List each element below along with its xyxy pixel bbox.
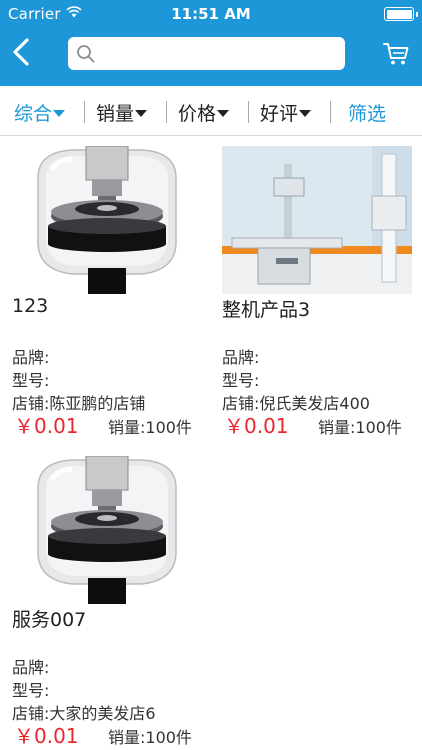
filter-divider bbox=[84, 101, 85, 123]
product-brand: 品牌: bbox=[12, 348, 50, 367]
product-name: 123 bbox=[12, 295, 49, 317]
product-image bbox=[12, 146, 202, 294]
status-bar: Carrier 11:51 AM bbox=[0, 0, 422, 28]
filter-comprehensive[interactable]: 综合 bbox=[14, 99, 66, 126]
chevron-left-icon bbox=[13, 38, 29, 66]
filter-bar: 综合 销量 价格 好评 筛选 bbox=[0, 86, 422, 136]
product-model: 型号: bbox=[12, 681, 50, 700]
caret-down-icon bbox=[53, 109, 66, 117]
app-header: Carrier 11:51 AM bbox=[0, 0, 422, 86]
battery-tip bbox=[415, 12, 418, 17]
filter-divider bbox=[330, 101, 331, 123]
product-name: 服务007 bbox=[12, 609, 87, 631]
product-price: ￥0.01 bbox=[14, 414, 79, 438]
filter-divider bbox=[248, 101, 249, 123]
filter-screen-button[interactable]: 筛选 bbox=[348, 99, 386, 126]
product-price: ￥0.01 bbox=[224, 414, 289, 438]
filter-divider bbox=[166, 101, 167, 123]
status-time: 11:51 AM bbox=[171, 5, 251, 23]
filter-rating[interactable]: 好评 bbox=[260, 99, 312, 126]
filter-sales-label: 销量 bbox=[96, 103, 135, 125]
cart-button[interactable] bbox=[382, 41, 410, 67]
filter-comprehensive-label: 综合 bbox=[14, 103, 53, 125]
product-sales: 销量:100件 bbox=[108, 418, 192, 437]
product-image bbox=[222, 146, 412, 294]
caret-down-icon bbox=[299, 109, 312, 117]
search-icon bbox=[77, 45, 95, 63]
battery-icon bbox=[384, 7, 414, 21]
product-sales: 销量:100件 bbox=[318, 418, 402, 437]
filter-price[interactable]: 价格 bbox=[178, 99, 230, 126]
product-card[interactable]: 服务007 品牌: 型号: 店铺:大家的美发店6 ￥0.01 销量:100件 bbox=[12, 456, 212, 750]
search-input[interactable] bbox=[100, 37, 340, 70]
product-sales: 销量:100件 bbox=[108, 728, 192, 747]
product-name: 整机产品3 bbox=[222, 299, 311, 321]
search-bar[interactable] bbox=[68, 37, 345, 70]
product-image bbox=[12, 456, 202, 604]
product-brand: 品牌: bbox=[222, 348, 260, 367]
cart-icon bbox=[383, 43, 409, 65]
product-model: 型号: bbox=[12, 371, 50, 390]
back-button[interactable] bbox=[8, 36, 36, 68]
product-brand: 品牌: bbox=[12, 658, 50, 677]
filter-sales[interactable]: 销量 bbox=[96, 99, 148, 126]
product-card[interactable]: 123 品牌: 型号: 店铺:陈亚鹏的店铺 ￥0.01 销量:100件 bbox=[12, 146, 212, 438]
filter-rating-label: 好评 bbox=[260, 103, 299, 125]
filter-price-label: 价格 bbox=[178, 103, 217, 125]
product-model: 型号: bbox=[222, 371, 260, 390]
caret-down-icon bbox=[217, 109, 230, 117]
product-price: ￥0.01 bbox=[14, 724, 79, 748]
product-card[interactable]: 整机产品3 品牌: 型号: 店铺:倪氏美发店400 ￥0.01 销量:100件 bbox=[222, 146, 422, 438]
caret-down-icon bbox=[135, 109, 148, 117]
